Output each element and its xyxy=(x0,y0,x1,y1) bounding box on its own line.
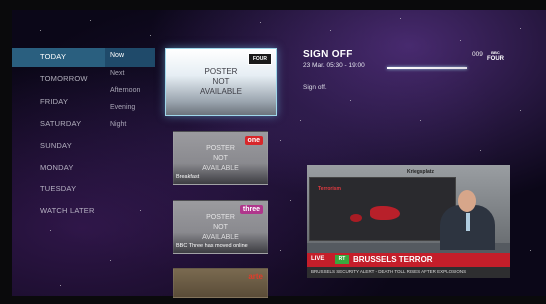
news-subticker-text: BRUSSELS SECURITY ALERT - DEATH TOLL RIS… xyxy=(311,269,467,274)
star xyxy=(300,120,301,121)
program-progress-bar xyxy=(387,67,467,69)
program-poster[interactable]: arte xyxy=(173,268,268,298)
poster-placeholder-line2: NOT xyxy=(213,155,228,162)
poster-placeholder-line1: POSTER xyxy=(206,214,235,221)
studio-wall-text: Kriegsplatz xyxy=(407,169,434,175)
poster-placeholder-line3: AVAILABLE xyxy=(202,234,239,241)
frame-top xyxy=(0,0,546,10)
day-item-tuesday[interactable]: TUESDAY xyxy=(40,184,76,193)
frame-bottom xyxy=(0,296,546,304)
frame-left xyxy=(0,0,12,304)
star xyxy=(520,110,521,111)
anchor-head xyxy=(458,190,476,212)
star xyxy=(90,20,91,21)
news-headline: BRUSSELS TERROR xyxy=(353,255,433,264)
channel-number: 009 xyxy=(472,51,483,58)
anchor-tie xyxy=(466,213,470,231)
day-item-friday[interactable]: FRIDAY xyxy=(40,97,68,106)
star xyxy=(480,150,481,151)
poster-placeholder-line2: NOT xyxy=(213,224,228,231)
star xyxy=(460,40,461,41)
star xyxy=(280,140,281,141)
slot-item-night[interactable]: Night xyxy=(110,121,126,128)
channel-logo: FOUR xyxy=(247,53,272,65)
poster-placeholder-line3: AVAILABLE xyxy=(202,165,239,172)
program-description: Sign off. xyxy=(303,84,327,91)
star xyxy=(520,28,521,29)
program-poster[interactable]: three POSTER NOT AVAILABLE BBC Three has… xyxy=(173,200,268,254)
studio-screen-map xyxy=(370,206,400,220)
poster-placeholder-line1: POSTER xyxy=(206,145,235,152)
star xyxy=(60,285,61,286)
slot-item-evening[interactable]: Evening xyxy=(110,104,135,111)
program-poster[interactable]: one POSTER NOT AVAILABLE Breakfast xyxy=(173,131,268,185)
studio-screen-text: Terrorism xyxy=(318,186,341,192)
day-item-watch-later[interactable]: WATCH LATER xyxy=(40,206,95,215)
day-item-saturday[interactable]: SATURDAY xyxy=(40,119,81,128)
program-title: Breakfast xyxy=(176,174,200,180)
star xyxy=(110,260,111,261)
star xyxy=(400,18,401,19)
program-title-heading: SIGN OFF xyxy=(303,49,353,60)
star xyxy=(350,100,351,101)
poster-placeholder-line3: AVAILABLE xyxy=(200,87,242,96)
program-poster-selected[interactable]: FOUR POSTER NOT AVAILABLE xyxy=(165,48,277,116)
star xyxy=(150,35,151,36)
channel-badge: RT xyxy=(335,255,349,264)
studio-screen-map xyxy=(350,214,362,222)
slot-item-now[interactable]: Now xyxy=(110,52,124,59)
studio-screen: Terrorism xyxy=(309,177,456,241)
slot-item-afternoon[interactable]: Afternoon xyxy=(110,87,140,94)
program-time: 23 Mar. 05:30 - 19:00 xyxy=(303,62,365,69)
star xyxy=(140,210,141,211)
day-item-sunday[interactable]: SUNDAY xyxy=(40,141,72,150)
program-title: BBC Three has moved online xyxy=(176,243,248,249)
star xyxy=(280,250,281,251)
star xyxy=(40,30,41,31)
star xyxy=(290,200,291,201)
channel-logo: arte xyxy=(248,272,263,281)
live-badge: LIVE xyxy=(311,256,325,262)
live-tv-preview[interactable]: Terrorism Kriegsplatz LIVE RT BRUSSELS T… xyxy=(307,165,510,278)
day-list: TODAY TOMORROW FRIDAY SATURDAY SUNDAY MO… xyxy=(12,45,105,245)
poster-placeholder-line2: NOT xyxy=(212,77,230,86)
star xyxy=(260,22,261,23)
star xyxy=(420,120,421,121)
star xyxy=(330,30,331,31)
star xyxy=(530,250,531,251)
channel-logo-text: FOUR xyxy=(487,56,504,62)
day-item-tomorrow[interactable]: TOMORROW xyxy=(40,74,88,83)
day-item-monday[interactable]: MONDAY xyxy=(40,163,74,172)
channel-logo-icon: BBC FOUR xyxy=(487,50,504,62)
slot-item-next[interactable]: Next xyxy=(110,70,124,77)
day-item-today[interactable]: TODAY xyxy=(40,52,66,61)
poster-placeholder-line1: POSTER xyxy=(204,67,238,76)
